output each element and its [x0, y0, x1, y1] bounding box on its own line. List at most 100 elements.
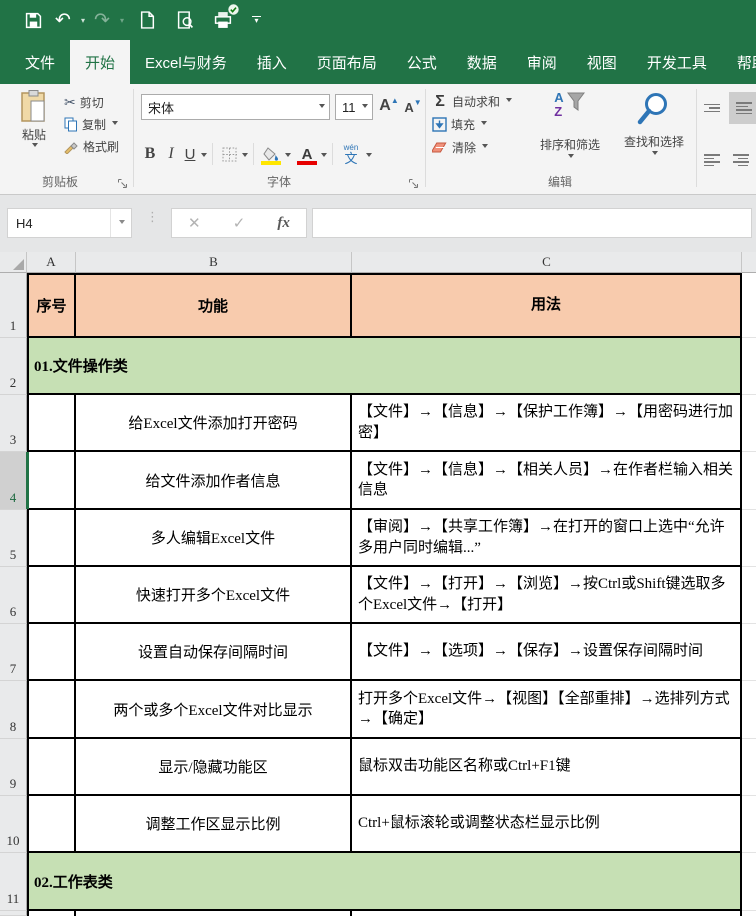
cell-B9[interactable]: 显示/隐藏功能区: [76, 739, 352, 796]
customize-toolbar-icon[interactable]: ▾: [252, 16, 262, 25]
cell-C7[interactable]: 【文件】→【选项】→【保存】→设置保存间隔时间: [352, 624, 742, 681]
cell-D7-partial[interactable]: [742, 624, 756, 681]
cell-D9-partial[interactable]: [742, 739, 756, 796]
cancel-icon[interactable]: ✕: [188, 214, 201, 232]
grow-font-button[interactable]: A ▲: [378, 94, 400, 118]
row-header-10[interactable]: 10: [0, 796, 27, 853]
row-header-11[interactable]: 11: [0, 853, 27, 911]
cell-D5-partial[interactable]: [742, 510, 756, 567]
cell-C1[interactable]: 用法: [352, 273, 742, 338]
font-color-button[interactable]: A: [295, 142, 319, 166]
row-header-2[interactable]: 2: [0, 338, 27, 395]
clear-button[interactable]: 清除: [432, 136, 512, 159]
ribbon-tab-9[interactable]: 视图: [572, 40, 632, 84]
bottom-align-button[interactable]: [729, 92, 756, 124]
bold-button[interactable]: B: [139, 142, 161, 166]
underline-caret-icon[interactable]: [201, 152, 207, 160]
new-file-icon[interactable]: [134, 7, 160, 33]
align-center-button[interactable]: [731, 148, 755, 172]
font-dialog-launcher-icon[interactable]: [408, 178, 419, 189]
ribbon-tab-2[interactable]: 开始: [70, 40, 131, 84]
row-header-4[interactable]: 4: [0, 452, 29, 510]
section-cell-2[interactable]: 01.文件操作类: [27, 338, 742, 395]
row-header-5[interactable]: 5: [0, 510, 27, 567]
cell-D8-partial[interactable]: [742, 681, 756, 739]
ribbon-tab-1[interactable]: 文件: [10, 40, 70, 84]
undo-icon[interactable]: ↶: [50, 7, 76, 33]
fill-color-button[interactable]: [259, 142, 283, 166]
name-box-caret-icon[interactable]: [110, 209, 131, 237]
row-header-3[interactable]: 3: [0, 395, 27, 452]
cell-D10-partial[interactable]: [742, 796, 756, 853]
ribbon-tab-6[interactable]: 公式: [392, 40, 452, 84]
cell-A5[interactable]: [27, 510, 76, 567]
ribbon-tab-4[interactable]: 插入: [242, 40, 302, 84]
font-name-select[interactable]: 宋体: [141, 94, 330, 120]
cell-B4[interactable]: 给文件添加作者信息: [76, 452, 352, 510]
cell-B8[interactable]: 两个或多个Excel文件对比显示: [76, 681, 352, 739]
name-box[interactable]: H4: [7, 208, 132, 238]
row-header-9[interactable]: 9: [0, 739, 27, 796]
cell-A10[interactable]: [27, 796, 76, 853]
cell-C3[interactable]: 【文件】→【信息】→【保护工作簿】→【用密码进行加密】: [352, 395, 742, 452]
enter-icon[interactable]: ✓: [233, 214, 246, 232]
ribbon-tab-8[interactable]: 审阅: [512, 40, 572, 84]
cell-B7[interactable]: 设置自动保存间隔时间: [76, 624, 352, 681]
cell-A7[interactable]: [27, 624, 76, 681]
shrink-font-button[interactable]: A ▼: [402, 95, 424, 119]
phonetic-caret-icon[interactable]: [366, 152, 372, 160]
row-header-6[interactable]: 6: [0, 567, 27, 624]
italic-button[interactable]: I: [161, 142, 181, 166]
copy-button[interactable]: 复制: [64, 113, 119, 135]
formula-input[interactable]: [312, 208, 752, 238]
ribbon-tab-3[interactable]: Excel与财务: [130, 40, 242, 84]
cell-D11-partial[interactable]: [742, 853, 756, 911]
column-header-C[interactable]: C: [352, 252, 742, 273]
cell-C9[interactable]: 鼠标双击功能区名称或Ctrl+F1键: [352, 739, 742, 796]
insert-function-icon[interactable]: fx: [277, 215, 290, 232]
cell-C8[interactable]: 打开多个Excel文件→【视图】【全部重排】→选排列方式→【确定】: [352, 681, 742, 739]
sort-filter-button[interactable]: AZ 排序和筛选: [528, 88, 612, 160]
cell-B6[interactable]: 快速打开多个Excel文件: [76, 567, 352, 624]
cell-B1[interactable]: 功能: [76, 273, 352, 338]
section-cell-11[interactable]: 02.工作表类: [27, 853, 742, 911]
cell-C4[interactable]: 【文件】→【信息】→【相关人员】→在作者栏输入相关信息: [352, 452, 742, 510]
cut-button[interactable]: ✂ 剪切: [64, 91, 119, 113]
cell-C5[interactable]: 【审阅】→【共享工作簿】→在打开的窗口上选中“允许多用户同时编辑...”: [352, 510, 742, 567]
row-header-7[interactable]: 7: [0, 624, 27, 681]
cell-A9[interactable]: [27, 739, 76, 796]
font-color-caret-icon[interactable]: [321, 152, 327, 160]
autosum-button[interactable]: Σ 自动求和: [432, 90, 513, 113]
column-header-A[interactable]: A: [27, 252, 76, 273]
phonetic-guide-button[interactable]: wén 文: [338, 141, 364, 167]
row-header-1[interactable]: 1: [0, 273, 27, 338]
cell-C6[interactable]: 【文件】→【打开】→【浏览】→按Ctrl或Shift键选取多个Excel文件→【…: [352, 567, 742, 624]
ribbon-tab-11[interactable]: 帮助: [722, 40, 756, 84]
column-header-B[interactable]: B: [76, 252, 352, 273]
ribbon-tab-7[interactable]: 数据: [452, 40, 512, 84]
cell-D2-partial[interactable]: [742, 338, 756, 395]
format-painter-button[interactable]: 格式刷: [64, 135, 119, 157]
fill-color-caret-icon[interactable]: [285, 152, 291, 160]
paste-button[interactable]: 粘贴: [8, 89, 60, 150]
cell-D1-partial[interactable]: [742, 273, 756, 338]
quick-print-icon[interactable]: [210, 4, 239, 33]
ribbon-tab-5[interactable]: 页面布局: [302, 40, 392, 84]
cell-A1[interactable]: 序号: [27, 273, 76, 338]
find-select-button[interactable]: 查找和选择: [612, 88, 696, 157]
cell-B5[interactable]: 多人编辑Excel文件: [76, 510, 352, 567]
fill-button[interactable]: 填充: [432, 113, 512, 136]
borders-button[interactable]: [218, 142, 240, 166]
cell-B3[interactable]: 给Excel文件添加打开密码: [76, 395, 352, 452]
clipboard-dialog-launcher-icon[interactable]: [117, 178, 128, 189]
print-preview-icon[interactable]: [172, 7, 198, 33]
cell-A8[interactable]: [27, 681, 76, 739]
borders-caret-icon[interactable]: [242, 152, 248, 160]
undo-caret-icon[interactable]: ▾: [81, 16, 85, 25]
cell-D4-partial[interactable]: [742, 452, 756, 510]
column-header-partial[interactable]: [742, 252, 756, 273]
select-all-corner[interactable]: [0, 252, 27, 273]
font-size-select[interactable]: 11: [335, 94, 373, 120]
cell-A6[interactable]: [27, 567, 76, 624]
middle-align-button[interactable]: [702, 96, 726, 120]
